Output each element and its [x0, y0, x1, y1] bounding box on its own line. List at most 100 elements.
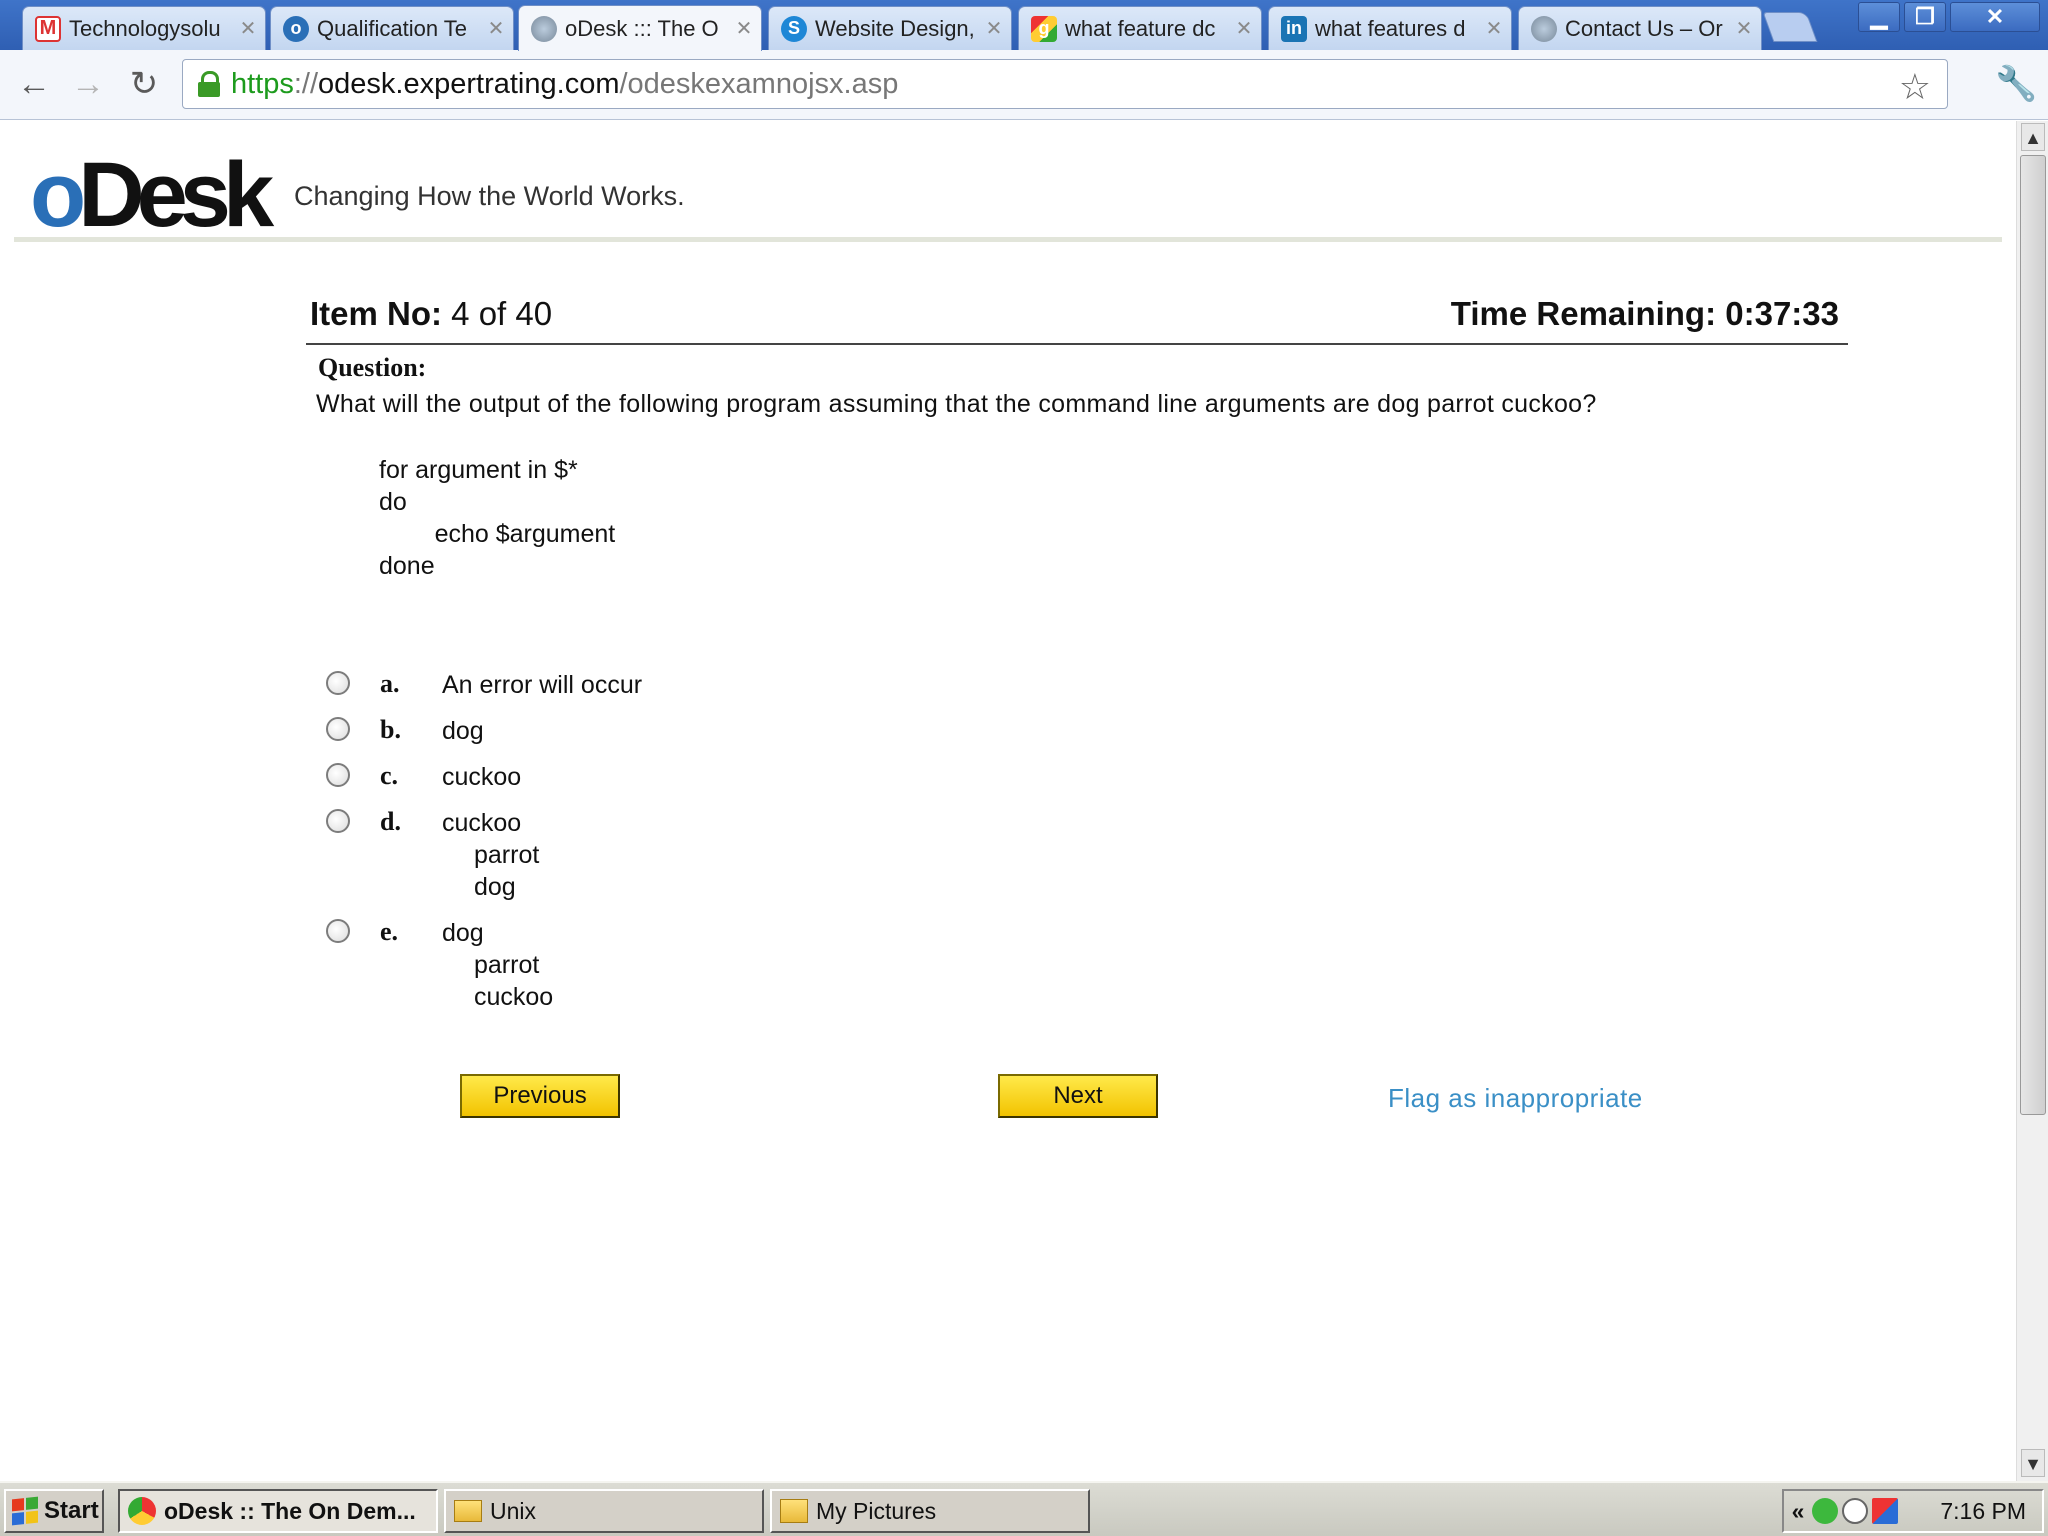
next-button[interactable]: Next: [998, 1074, 1158, 1118]
page-content: oDesk Changing How the World Works. Item…: [0, 121, 2016, 1481]
header-divider: [14, 237, 2002, 242]
radio-button[interactable]: [326, 763, 350, 787]
skype-icon: S: [781, 15, 807, 42]
close-icon[interactable]: ✕: [1731, 16, 1757, 41]
reload-button[interactable]: ↻: [124, 64, 164, 104]
scrollbar-thumb[interactable]: [2020, 155, 2046, 1115]
linkedin-icon: in: [1281, 15, 1307, 42]
close-icon[interactable]: ✕: [1231, 16, 1257, 41]
security-shield-icon[interactable]: [1812, 1498, 1838, 1524]
time-remaining-value: 0:37:33: [1725, 295, 1839, 332]
option-letter: a.: [380, 669, 400, 698]
globe-icon: [1531, 15, 1557, 42]
close-icon[interactable]: ✕: [981, 16, 1007, 41]
question-label: Question:: [318, 353, 427, 382]
taskbar-item-label: My Pictures: [816, 1497, 937, 1524]
option-text: parrot: [474, 841, 540, 869]
tagline: Changing How the World Works.: [294, 181, 685, 211]
radio-button[interactable]: [326, 671, 350, 695]
flag-inappropriate-link[interactable]: Flag as inappropriate: [1388, 1083, 1643, 1114]
time-remaining: Time Remaining: 0:37:33: [1450, 295, 1839, 332]
option-text: cuckoo: [442, 763, 522, 791]
item-number-value: 4 of 40: [451, 295, 553, 332]
taskbar-item-odesk[interactable]: oDesk :: The On Dem...: [118, 1489, 438, 1533]
wrench-icon[interactable]: 🔧: [1995, 64, 2037, 104]
answer-option-a[interactable]: a. An error will occur: [326, 669, 642, 701]
close-icon[interactable]: ✕: [235, 16, 261, 41]
option-text: dog: [442, 717, 484, 745]
tab-title: oDesk ::: The O: [565, 15, 719, 41]
odesk-circle-icon: o: [283, 15, 309, 42]
url-scheme: https: [231, 67, 294, 100]
tab-google[interactable]: g what feature dc ✕: [1018, 6, 1262, 50]
tab-website-design[interactable]: S Website Design, ✕: [768, 6, 1012, 50]
windows-taskbar: Start oDesk :: The On Dem... Unix My Pic…: [0, 1481, 2048, 1536]
taskbar-item-label: oDesk :: The On Dem...: [164, 1497, 416, 1524]
odesk-logo[interactable]: oDesk: [30, 149, 274, 241]
option-text: dog: [474, 873, 516, 901]
answer-option-c[interactable]: c. cuckoo: [326, 761, 642, 793]
answer-option-e[interactable]: e. dog parrot cuckoo: [326, 917, 642, 1013]
scroll-down-arrow-icon[interactable]: ▼: [2021, 1449, 2045, 1477]
browser-tab-strip: M Technologysolu ✕ o Qualification Te ✕ …: [0, 0, 2048, 51]
minimize-button[interactable]: ▁: [1858, 2, 1900, 32]
close-icon[interactable]: ✕: [1481, 16, 1507, 41]
tab-contact-us[interactable]: Contact Us – Or ✕: [1518, 6, 1762, 50]
taskbar-item-unix[interactable]: Unix: [444, 1489, 764, 1533]
tab-title: what feature dc: [1065, 15, 1216, 41]
tab-qualification[interactable]: o Qualification Te ✕: [270, 6, 514, 50]
option-letter: c.: [380, 761, 399, 790]
close-window-button[interactable]: ✕: [1950, 2, 2040, 32]
tab-title: Qualification Te: [317, 15, 468, 41]
system-tray: « 7:16 PM: [1782, 1489, 2044, 1533]
radio-button[interactable]: [326, 919, 350, 943]
globe-icon: [531, 15, 557, 42]
option-letter: d.: [380, 807, 401, 836]
windows-logo-icon: [12, 1496, 38, 1526]
option-text: cuckoo: [474, 983, 554, 1011]
answer-option-b[interactable]: b. dog: [326, 715, 642, 747]
previous-button[interactable]: Previous: [460, 1074, 620, 1118]
radio-button[interactable]: [326, 717, 350, 741]
address-bar[interactable]: https://odesk.expertrating.com/odeskexam…: [182, 59, 1948, 109]
tab-odesk-active[interactable]: oDesk ::: The O ✕: [518, 5, 762, 51]
code-line: done: [379, 552, 435, 580]
code-line: do: [379, 488, 407, 516]
radio-button[interactable]: [326, 809, 350, 833]
code-line: for argument in $*: [379, 456, 578, 484]
url-separator: ://: [293, 67, 319, 100]
start-button[interactable]: Start: [4, 1489, 104, 1533]
option-letter: e.: [380, 917, 399, 946]
network-icon[interactable]: [1872, 1498, 1898, 1524]
code-block: for argument in $* do echo $argument don…: [379, 454, 615, 582]
question-divider: [306, 343, 1848, 345]
tab-title: Technologysolu: [69, 15, 221, 41]
google-icon: g: [1031, 15, 1057, 42]
restore-button[interactable]: ❐: [1904, 2, 1946, 32]
option-text: An error will occur: [442, 671, 643, 699]
vertical-scrollbar[interactable]: ▲ ▼: [2016, 121, 2048, 1481]
answer-options: a. An error will occur b. dog c. cuckoo …: [326, 669, 642, 1027]
back-button[interactable]: ←: [14, 64, 54, 104]
url-path: /odeskexamnojsx.asp: [619, 67, 899, 100]
tab-gmail[interactable]: M Technologysolu ✕: [22, 6, 266, 50]
forward-button[interactable]: →: [68, 64, 108, 104]
speech-bubble-icon[interactable]: [1842, 1498, 1868, 1524]
gmail-icon: M: [35, 15, 61, 42]
url-host: odesk.expertrating.com: [318, 67, 620, 100]
clock[interactable]: 7:16 PM: [1940, 1498, 2026, 1525]
pictures-folder-icon: [780, 1499, 808, 1523]
answer-option-d[interactable]: d. cuckoo parrot dog: [326, 807, 642, 903]
folder-icon: [454, 1500, 482, 1522]
taskbar-item-my-pictures[interactable]: My Pictures: [770, 1489, 1090, 1533]
tray-expand-icon[interactable]: «: [1784, 1498, 1812, 1525]
close-icon[interactable]: ✕: [731, 16, 757, 41]
option-letter: b.: [380, 715, 401, 744]
chrome-icon: [128, 1497, 156, 1525]
new-tab-button[interactable]: [1762, 12, 1818, 42]
star-icon[interactable]: ☆: [1899, 66, 1931, 108]
tab-linkedin[interactable]: in what features d ✕: [1268, 6, 1512, 50]
close-icon[interactable]: ✕: [483, 16, 509, 41]
option-text: dog: [442, 919, 484, 947]
scroll-up-arrow-icon[interactable]: ▲: [2021, 123, 2045, 151]
